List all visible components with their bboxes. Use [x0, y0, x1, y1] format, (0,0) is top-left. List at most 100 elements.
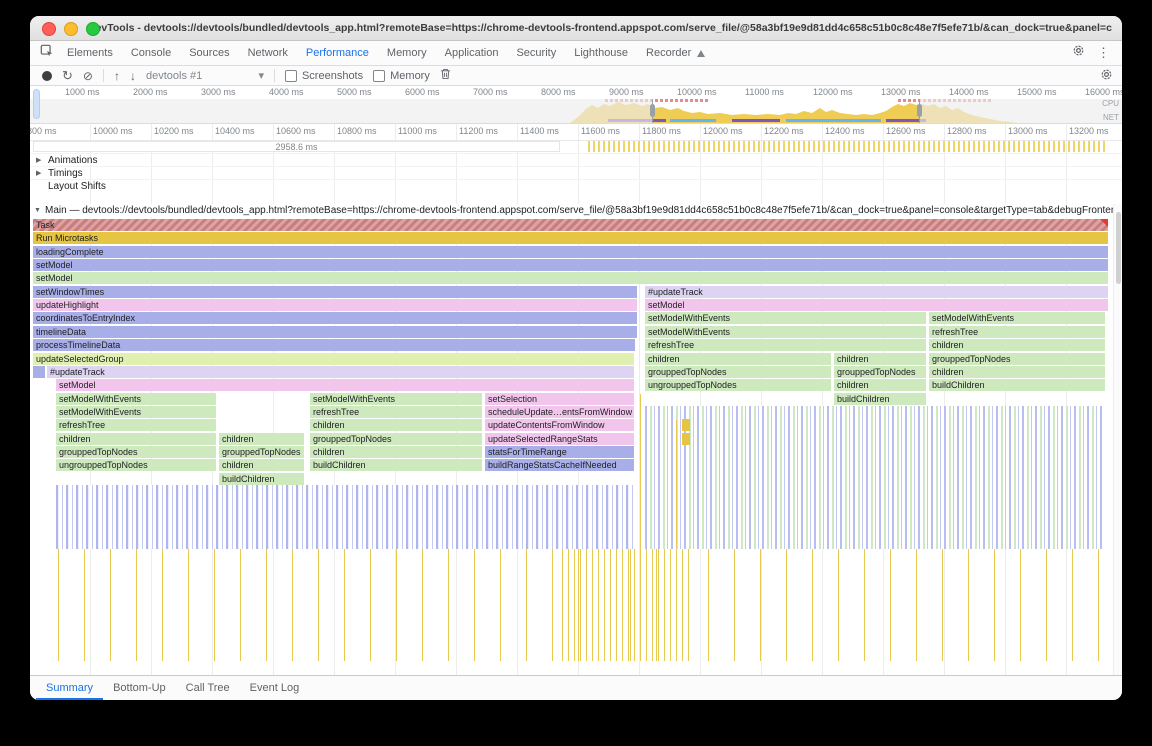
flame-bar-grouppedtopnodes[interactable]: grouppedTopNodes: [645, 366, 831, 378]
flame-bar[interactable]: [682, 419, 690, 431]
scrollbar-thumb[interactable]: [1116, 212, 1121, 284]
memory-toggle[interactable]: Memory: [373, 70, 430, 82]
flame-bar-setwindowtimes[interactable]: setWindowTimes: [33, 286, 637, 298]
flame-bar-children[interactable]: children: [834, 379, 926, 391]
tab-network[interactable]: Network: [239, 41, 297, 65]
tab-security[interactable]: Security: [507, 41, 565, 65]
tab-label: Application: [445, 47, 499, 59]
flame-bar-setmodelwithevents[interactable]: setModelWithEvents: [310, 393, 482, 405]
zoom-window-button[interactable]: [86, 22, 100, 36]
flame-bar-grouppedtopnodes[interactable]: grouppedTopNodes: [834, 366, 926, 378]
flame-bar-children[interactable]: children: [929, 366, 1105, 378]
flame-bar-children[interactable]: children: [929, 339, 1105, 351]
flame-bar-updateselectedgroup[interactable]: updateSelectedGroup: [33, 353, 634, 365]
tab-elements[interactable]: Elements: [58, 41, 122, 65]
flame-bar[interactable]: [33, 366, 45, 378]
flame-bar-grouppedtopnodes[interactable]: grouppedTopNodes: [56, 446, 216, 458]
flame-bar-refreshtree[interactable]: refreshTree: [56, 419, 216, 431]
tab-lighthouse[interactable]: Lighthouse: [565, 41, 637, 65]
flame-bar-children[interactable]: children: [310, 446, 482, 458]
flame-chart[interactable]: 9800 ms10000 ms10200 ms10400 ms10600 ms1…: [30, 124, 1122, 675]
tab-console[interactable]: Console: [122, 41, 180, 65]
flame-bar-children[interactable]: children: [310, 419, 482, 431]
capture-settings-gear-icon[interactable]: [1100, 68, 1113, 84]
main-thread-header[interactable]: ▼ Main — devtools://devtools/bundled/dev…: [30, 204, 1113, 217]
drawer-tab-summary[interactable]: Summary: [36, 676, 103, 700]
flame-bar-grouppedtopnodes[interactable]: grouppedTopNodes: [310, 433, 482, 445]
flame-bar-refreshtree[interactable]: refreshTree: [645, 339, 926, 351]
flame-bar-buildchildren[interactable]: buildChildren: [929, 379, 1105, 391]
close-window-button[interactable]: [42, 22, 56, 36]
flame-bar-loadingcomplete[interactable]: loadingComplete: [33, 246, 1108, 258]
timeline-overview[interactable]: 1000 ms2000 ms3000 ms4000 ms5000 ms6000 …: [30, 86, 1122, 124]
settings-gear-icon[interactable]: [1072, 44, 1085, 62]
flame-bar[interactable]: [682, 433, 690, 445]
flame-bar-children[interactable]: children: [834, 353, 926, 365]
flame-bar-setselection[interactable]: setSelection: [485, 393, 634, 405]
flame-bar-processtimelinedata[interactable]: processTimelineData: [33, 339, 635, 351]
drawer-tab-call-tree[interactable]: Call Tree: [176, 676, 240, 700]
flame-bar-refreshtree[interactable]: refreshTree: [929, 326, 1105, 338]
flame-bar-buildchildren[interactable]: buildChildren: [834, 393, 926, 405]
minimize-window-button[interactable]: [64, 22, 78, 36]
flame-bar-children[interactable]: children: [56, 433, 216, 445]
flame-bar-setmodel[interactable]: setModel: [56, 379, 634, 391]
flame-bar-setmodel[interactable]: setModel: [33, 259, 1108, 271]
flame-bar-refreshtree[interactable]: refreshTree: [310, 406, 482, 418]
tab-application[interactable]: Application: [436, 41, 508, 65]
flame-bar-setmodel[interactable]: setModel: [645, 299, 1108, 311]
flame-bar-setmodelwithevents[interactable]: setModelWithEvents: [645, 326, 926, 338]
more-options-icon[interactable]: ⋮: [1097, 45, 1110, 61]
flame-bar-setmodel[interactable]: setModel: [33, 272, 1108, 284]
flame-bar-ungrouppedtopnodes[interactable]: ungrouppedTopNodes: [645, 379, 831, 391]
tab-sources[interactable]: Sources: [180, 41, 238, 65]
flame-bar-grouppedtopnodes[interactable]: grouppedTopNodes: [219, 446, 304, 458]
flame-bar-buildchildren[interactable]: buildChildren: [219, 473, 304, 485]
flame-bar-task[interactable]: Task: [33, 219, 1108, 231]
flame-bar-updateselectedrangestats[interactable]: updateSelectedRangeStats: [485, 433, 634, 445]
reload-and-record-button[interactable]: ↻: [62, 69, 73, 82]
flame-scrollbar[interactable]: [1113, 204, 1122, 675]
load-profile-button[interactable]: ↑: [114, 70, 120, 82]
drawer-tab-bottom-up[interactable]: Bottom-Up: [103, 676, 176, 700]
flame-bar-coordinatestoentryindex[interactable]: coordinatesToEntryIndex: [33, 312, 637, 324]
trash-icon[interactable]: [440, 68, 451, 83]
flame-bar-ungrouppedtopnodes[interactable]: ungrouppedTopNodes: [56, 459, 216, 471]
inspect-element-button[interactable]: [36, 44, 58, 63]
flame-bar-children[interactable]: children: [645, 353, 831, 365]
flame-bar-updatecontentsfromwindow[interactable]: updateContentsFromWindow: [485, 419, 634, 431]
selection-right-handle[interactable]: [917, 104, 922, 117]
expand-arrow-icon[interactable]: ▼: [34, 207, 42, 214]
session-select[interactable]: devtools #1 ▾: [146, 69, 264, 82]
tab-performance[interactable]: Performance: [297, 41, 378, 65]
flame-bar-setmodelwithevents[interactable]: setModelWithEvents: [929, 312, 1105, 324]
flame-bar-grouppedtopnodes[interactable]: grouppedTopNodes: [929, 353, 1105, 365]
selection-left-handle[interactable]: [650, 104, 655, 117]
flame-bar-setmodelwithevents[interactable]: setModelWithEvents: [56, 406, 216, 418]
flame-bar-updatehighlight[interactable]: updateHighlight: [33, 299, 637, 311]
clear-button[interactable]: ⊘: [83, 70, 93, 82]
memory-checkbox[interactable]: [373, 70, 385, 82]
flame-bar-buildchildren[interactable]: buildChildren: [310, 459, 482, 471]
overview-band[interactable]: CPU NET: [30, 99, 1122, 123]
toolbar-divider: [103, 69, 104, 82]
flame-bar-timelinedata[interactable]: timelineData: [33, 326, 637, 338]
tab-memory[interactable]: Memory: [378, 41, 436, 65]
flame-bar-setmodelwithevents[interactable]: setModelWithEvents: [56, 393, 216, 405]
screenshots-toggle[interactable]: Screenshots: [285, 70, 363, 82]
record-button[interactable]: [42, 71, 52, 81]
screenshots-checkbox[interactable]: [285, 70, 297, 82]
flame-bar-updatetrack[interactable]: #updateTrack: [47, 366, 634, 378]
drawer-tab-event-log[interactable]: Event Log: [240, 676, 310, 700]
tab-recorder[interactable]: Recorder: [637, 41, 714, 65]
flame-bar-scheduleupdate-entsfromwindow[interactable]: scheduleUpdate…entsFromWindow: [485, 406, 634, 418]
flame-bar-statsfortimerange[interactable]: statsForTimeRange: [485, 446, 634, 458]
overview-left-grip[interactable]: [33, 89, 40, 119]
flame-bar-updatetrack[interactable]: #updateTrack: [645, 286, 1108, 298]
flame-bar-run-microtasks[interactable]: Run Microtasks: [33, 232, 1108, 244]
flame-bar-buildrangestatscacheifneeded[interactable]: buildRangeStatsCacheIfNeeded: [485, 459, 634, 471]
save-profile-button[interactable]: ↓: [130, 70, 136, 82]
flame-bar-children[interactable]: children: [219, 433, 304, 445]
flame-bar-children[interactable]: children: [219, 459, 304, 471]
flame-bar-setmodelwithevents[interactable]: setModelWithEvents: [645, 312, 926, 324]
